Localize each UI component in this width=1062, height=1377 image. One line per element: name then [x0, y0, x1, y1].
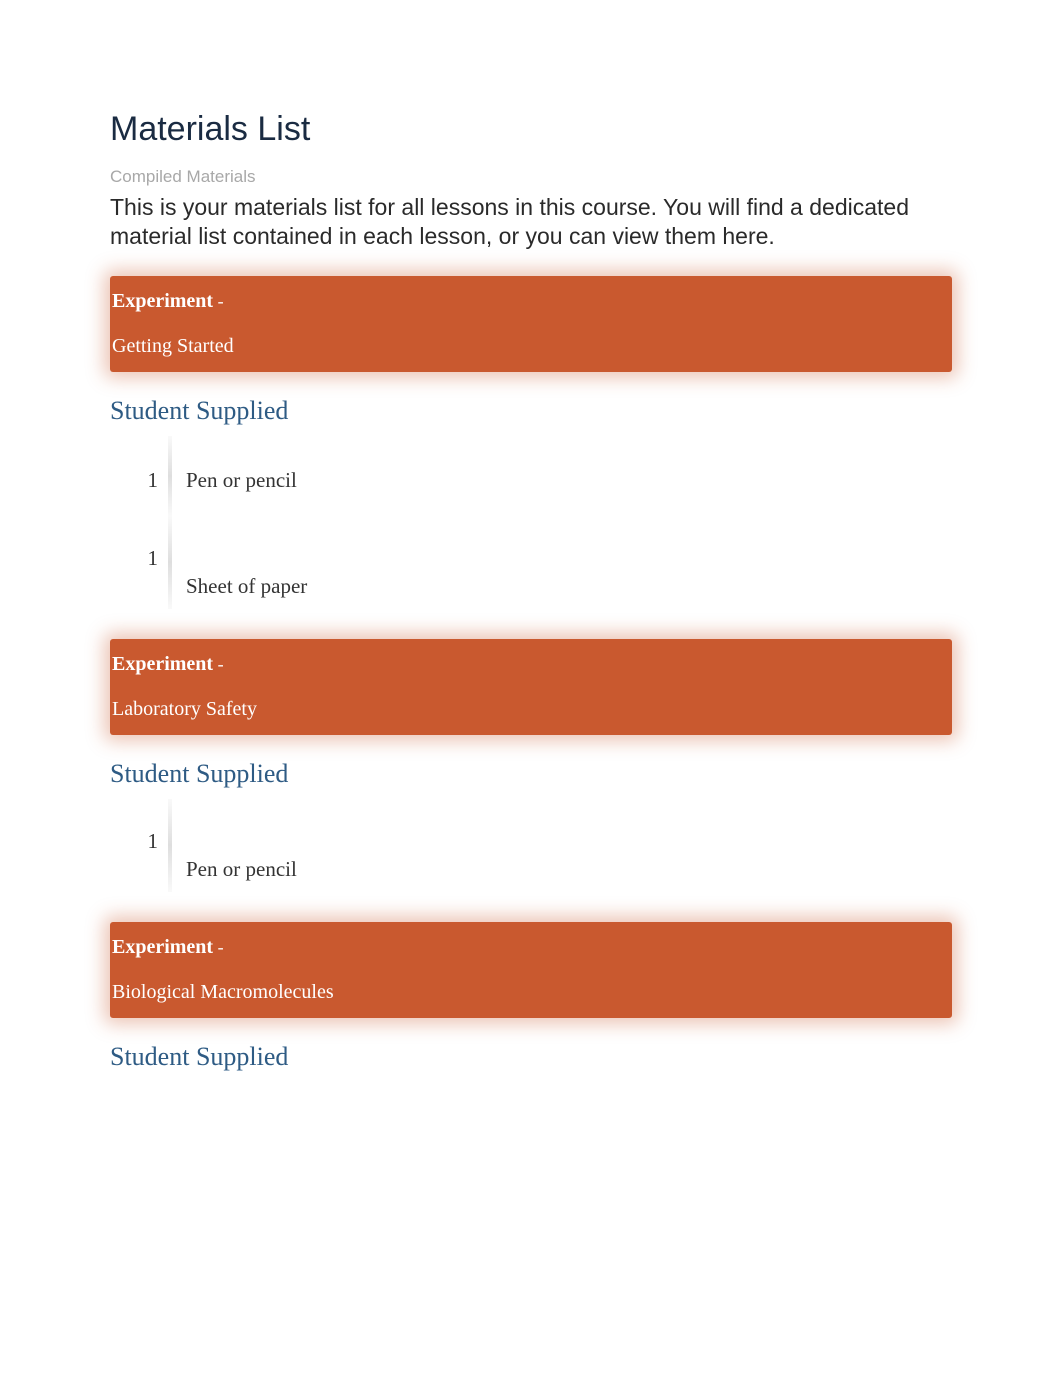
- experiment-name: Biological Macromolecules: [110, 981, 952, 1004]
- student-supplied-heading: Student Supplied: [110, 759, 952, 789]
- experiment-name: Getting Started: [110, 335, 952, 358]
- material-name: Pen or pencil: [186, 829, 297, 882]
- section-getting-started: Experiment - Getting Started Student Sup…: [110, 276, 952, 599]
- table-row: 1 Sheet of paper: [130, 546, 952, 599]
- subtitle: Compiled Materials: [110, 167, 952, 187]
- material-qty: 1: [130, 546, 168, 571]
- material-qty: 1: [130, 829, 168, 854]
- divider: [168, 799, 172, 892]
- experiment-header: Experiment - Laboratory Safety: [110, 639, 952, 735]
- section-biological-macromolecules: Experiment - Biological Macromolecules S…: [110, 922, 952, 1072]
- student-supplied-heading: Student Supplied: [110, 396, 952, 426]
- divider: [168, 516, 172, 609]
- table-row: 1 Pen or pencil: [130, 829, 952, 882]
- student-supplied-heading: Student Supplied: [110, 1042, 952, 1072]
- table-row: 1 Pen or pencil: [130, 466, 952, 506]
- experiment-header: Experiment - Biological Macromolecules: [110, 922, 952, 1018]
- material-qty: 1: [130, 466, 168, 493]
- divider: [168, 436, 172, 516]
- materials-table: 1 Pen or pencil 1 Sheet of paper: [130, 466, 952, 599]
- experiment-header: Experiment - Getting Started: [110, 276, 952, 372]
- experiment-name: Laboratory Safety: [110, 698, 952, 721]
- experiment-label: Experiment: [110, 290, 213, 312]
- material-name: Pen or pencil: [186, 466, 297, 493]
- experiment-dash: -: [213, 291, 224, 311]
- experiment-dash: -: [213, 654, 224, 674]
- material-name: Sheet of paper: [186, 546, 307, 599]
- experiment-label: Experiment: [110, 653, 213, 675]
- section-laboratory-safety: Experiment - Laboratory Safety Student S…: [110, 639, 952, 882]
- intro-text: This is your materials list for all less…: [110, 193, 952, 252]
- materials-table: 1 Pen or pencil: [130, 829, 952, 882]
- experiment-label: Experiment: [110, 936, 213, 958]
- experiment-dash: -: [213, 937, 224, 957]
- page-title: Materials List: [110, 110, 952, 149]
